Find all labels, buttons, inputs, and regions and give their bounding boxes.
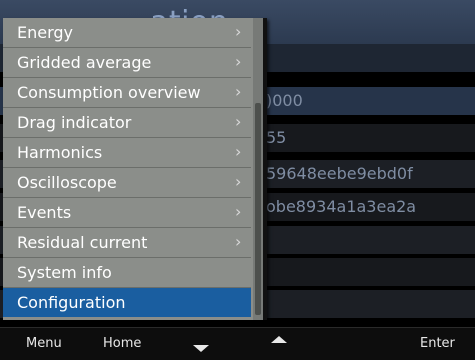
home-softkey[interactable]: Home	[103, 336, 141, 351]
chevron-right-icon: ›	[235, 22, 242, 41]
enter-softkey[interactable]: Enter	[420, 336, 455, 351]
menu-item-label: Oscilloscope	[17, 173, 117, 192]
config-value: 55	[266, 128, 287, 147]
menu-softkey[interactable]: Menu	[26, 336, 62, 351]
chevron-right-icon: ›	[235, 52, 242, 71]
up-arrow-icon[interactable]	[271, 336, 287, 343]
chevron-right-icon: ›	[235, 82, 242, 101]
menu-item-gridded-average[interactable]: Gridded average ›	[3, 48, 251, 78]
menu-item-drag-indicator[interactable]: Drag indicator ›	[3, 108, 251, 138]
menu-item-label: Harmonics	[17, 143, 103, 162]
menu-item-system-info[interactable]: System info	[3, 258, 251, 288]
device-screen: ation )000 55 59648eebe9ebd0f obe8934a1a…	[0, 0, 475, 360]
config-value: )000	[266, 91, 303, 110]
menu-item-events[interactable]: Events ›	[3, 198, 251, 228]
config-value: obe8934a1a3ea2a	[266, 197, 417, 216]
chevron-right-icon: ›	[235, 172, 242, 191]
menu-item-label: Configuration	[17, 293, 126, 312]
menu-item-label: System info	[17, 263, 112, 282]
menu-item-label: Consumption overview	[17, 83, 201, 102]
menu-item-label: Events	[17, 203, 72, 222]
menu-scrollbar-thumb[interactable]	[255, 103, 261, 315]
menu-item-oscilloscope[interactable]: Oscilloscope ›	[3, 168, 251, 198]
chevron-right-icon: ›	[235, 202, 242, 221]
menu-item-harmonics[interactable]: Harmonics ›	[3, 138, 251, 168]
menu-item-residual-current[interactable]: Residual current ›	[3, 228, 251, 258]
menu-item-consumption-overview[interactable]: Consumption overview ›	[3, 78, 251, 108]
menu-item-label: Energy	[17, 23, 74, 42]
chevron-right-icon: ›	[235, 232, 242, 251]
menu-item-label: Residual current	[17, 233, 148, 252]
softkey-bar: Menu Home Enter	[0, 327, 475, 360]
menu-item-label: Gridded average	[17, 53, 152, 72]
main-menu: Energy › Gridded average › Consumption o…	[3, 18, 267, 320]
chevron-right-icon: ›	[235, 142, 242, 161]
menu-item-energy[interactable]: Energy ›	[3, 18, 251, 48]
menu-item-label: Drag indicator	[17, 113, 132, 132]
menu-item-configuration[interactable]: Configuration	[3, 288, 251, 317]
down-arrow-icon[interactable]	[193, 345, 209, 352]
config-value: 59648eebe9ebd0f	[266, 164, 413, 183]
chevron-right-icon: ›	[235, 112, 242, 131]
